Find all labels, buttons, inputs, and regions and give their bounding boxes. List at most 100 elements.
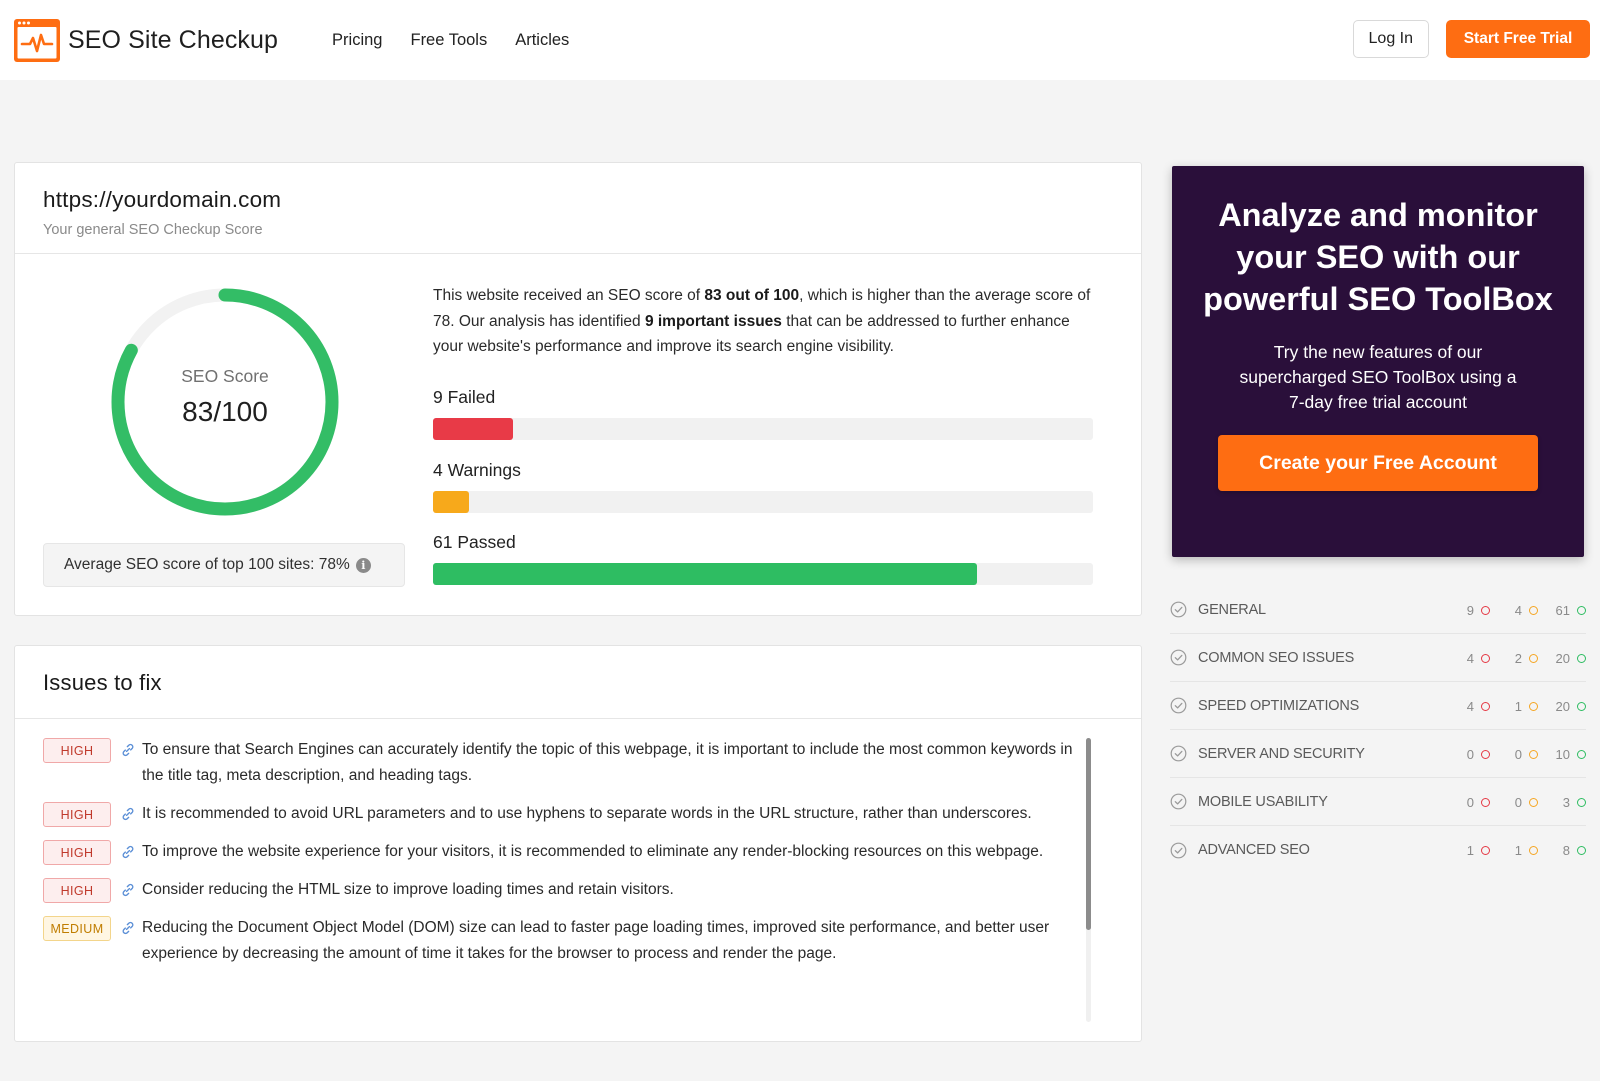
nav-pricing[interactable]: Pricing — [332, 31, 382, 50]
start-free-trial-button[interactable]: Start Free Trial — [1446, 20, 1590, 58]
nav-articles[interactable]: Articles — [515, 31, 569, 50]
pulse-logo-icon — [14, 18, 60, 62]
warning-dot-icon — [1529, 701, 1538, 711]
failed-count: 1 — [1452, 843, 1500, 858]
average-score-text: Average SEO score of top 100 sites: 78% — [64, 556, 350, 573]
login-button[interactable]: Log In — [1352, 20, 1429, 58]
average-score-box: Average SEO score of top 100 sites: 78% … — [43, 543, 405, 587]
issue-row[interactable]: HIGH Consider reducing the HTML size to i… — [43, 878, 1091, 903]
category-row[interactable]: ADVANCED SEO 1 1 8 — [1170, 826, 1586, 874]
category-name: SPEED OPTIMIZATIONS — [1198, 697, 1360, 714]
category-name: GENERAL — [1198, 601, 1266, 618]
issue-text: To ensure that Search Engines can accura… — [142, 741, 1073, 784]
gauge-center: SEO Score 83/100 — [107, 366, 343, 428]
link-icon[interactable] — [120, 742, 136, 758]
stat-passed-bar — [433, 563, 978, 585]
passed-dot-icon — [1577, 845, 1586, 855]
passed-dot-icon — [1577, 701, 1586, 711]
failed-count: 4 — [1452, 699, 1500, 714]
issues-scrollbar[interactable] — [1086, 738, 1091, 1022]
stat-failed-bar — [433, 418, 514, 440]
passed-count: 8 — [1548, 843, 1586, 858]
severity-badge: MEDIUM — [43, 916, 111, 941]
failed-count: 0 — [1452, 747, 1500, 762]
summary-bold-score: 83 out of 100 — [704, 287, 800, 304]
category-row[interactable]: SPEED OPTIMIZATIONS 4 1 20 — [1170, 682, 1586, 730]
category-name: MOBILE USABILITY — [1198, 793, 1328, 810]
passed-dot-icon — [1577, 797, 1586, 807]
score-summary: This website received an SEO score of 83… — [433, 283, 1093, 360]
main-nav: Pricing Free Tools Articles — [332, 31, 597, 50]
summary-bold-issues: 9 important issues — [644, 312, 782, 330]
passed-count: 61 — [1548, 603, 1586, 618]
passed-count: 20 — [1548, 699, 1586, 714]
issue-row[interactable]: HIGH To improve the website experience fo… — [43, 840, 1091, 865]
category-row[interactable]: GENERAL 9 4 61 — [1170, 586, 1586, 634]
stat-passed: 61 Passed — [433, 532, 1093, 585]
passed-dot-icon — [1577, 605, 1586, 615]
issue-text: It is recommended to avoid URL parameter… — [142, 805, 1032, 822]
link-icon[interactable] — [120, 806, 136, 822]
link-icon[interactable] — [120, 844, 136, 860]
promo-title: Analyze and monitor your SEO with our po… — [1203, 197, 1553, 317]
category-counts: 4 1 20 — [1452, 682, 1586, 730]
issue-row[interactable]: MEDIUM Reducing the Document Object Model… — [43, 916, 1091, 967]
gauge-value: 83/100 — [182, 396, 268, 427]
warning-count: 2 — [1500, 651, 1548, 666]
failed-dot-icon — [1481, 749, 1490, 759]
failed-count: 0 — [1452, 795, 1500, 810]
stat-warnings-track — [433, 491, 1093, 513]
link-icon[interactable] — [120, 882, 136, 898]
category-row[interactable]: MOBILE USABILITY 0 0 3 — [1170, 778, 1586, 826]
category-list: GENERAL 9 4 61 COMMON SEO ISSUES 4 2 20 SPEED OP… — [1170, 586, 1586, 874]
seo-score-card: https://yourdomain.com Your general SEO … — [14, 162, 1142, 616]
nav-free-tools[interactable]: Free Tools — [410, 31, 487, 50]
header-actions: Log In Start Free Trial — [1352, 20, 1590, 58]
passed-dot-icon — [1577, 749, 1586, 759]
severity-badge: HIGH — [43, 802, 111, 827]
category-row[interactable]: SERVER AND SECURITY 0 0 10 — [1170, 730, 1586, 778]
info-icon[interactable]: i — [355, 557, 371, 573]
stat-passed-label: 61 Passed — [433, 532, 516, 552]
warning-dot-icon — [1529, 605, 1538, 615]
category-counts: 0 0 10 — [1452, 730, 1586, 778]
warning-dot-icon — [1529, 749, 1538, 759]
warning-count: 0 — [1500, 795, 1548, 810]
warning-count: 1 — [1500, 699, 1548, 714]
warning-count: 4 — [1500, 603, 1548, 618]
seo-score-gauge: SEO Score 83/100 — [107, 284, 343, 520]
severity-badge: HIGH — [43, 840, 111, 865]
issue-text: Reducing the Document Object Model (DOM)… — [142, 919, 1050, 962]
severity-badge: HIGH — [43, 738, 111, 763]
check-circle-icon — [1170, 697, 1187, 714]
stat-warnings-bar — [433, 491, 469, 513]
issue-row[interactable]: HIGH It is recommended to avoid URL param… — [43, 802, 1091, 827]
score-card-header: https://yourdomain.com Your general SEO … — [15, 163, 1141, 254]
check-circle-icon — [1170, 601, 1187, 618]
issue-text: Consider reducing the HTML size to impro… — [142, 881, 674, 898]
category-row[interactable]: COMMON SEO ISSUES 4 2 20 — [1170, 634, 1586, 682]
category-counts: 9 4 61 — [1452, 586, 1586, 634]
severity-badge: HIGH — [43, 878, 111, 903]
issues-scroll-thumb[interactable] — [1086, 738, 1091, 930]
passed-dot-icon — [1577, 653, 1586, 663]
promo-text: Try the new features of our supercharged… — [1239, 342, 1517, 412]
score-subtitle: Your general SEO Checkup Score — [43, 222, 263, 238]
failed-count: 4 — [1452, 651, 1500, 666]
issue-row[interactable]: HIGH To ensure that Search Engines can ac… — [43, 738, 1091, 789]
logo[interactable]: SEO Site Checkup — [13, 18, 278, 63]
category-name: COMMON SEO ISSUES — [1198, 649, 1355, 666]
domain-title: https://yourdomain.com — [43, 187, 282, 212]
category-name: SERVER AND SECURITY — [1198, 745, 1365, 762]
top-header: SEO Site Checkup Pricing Free Tools Arti… — [0, 0, 1600, 80]
link-icon[interactable] — [120, 920, 136, 936]
failed-dot-icon — [1481, 653, 1490, 663]
issues-title: Issues to fix — [15, 646, 1141, 719]
failed-dot-icon — [1481, 701, 1490, 711]
failed-dot-icon — [1481, 605, 1490, 615]
passed-count: 10 — [1548, 747, 1586, 762]
passed-count: 3 — [1548, 795, 1586, 810]
create-free-account-button[interactable]: Create your Free Account — [1218, 435, 1538, 491]
warning-dot-icon — [1529, 653, 1538, 663]
warning-count: 1 — [1500, 843, 1548, 858]
